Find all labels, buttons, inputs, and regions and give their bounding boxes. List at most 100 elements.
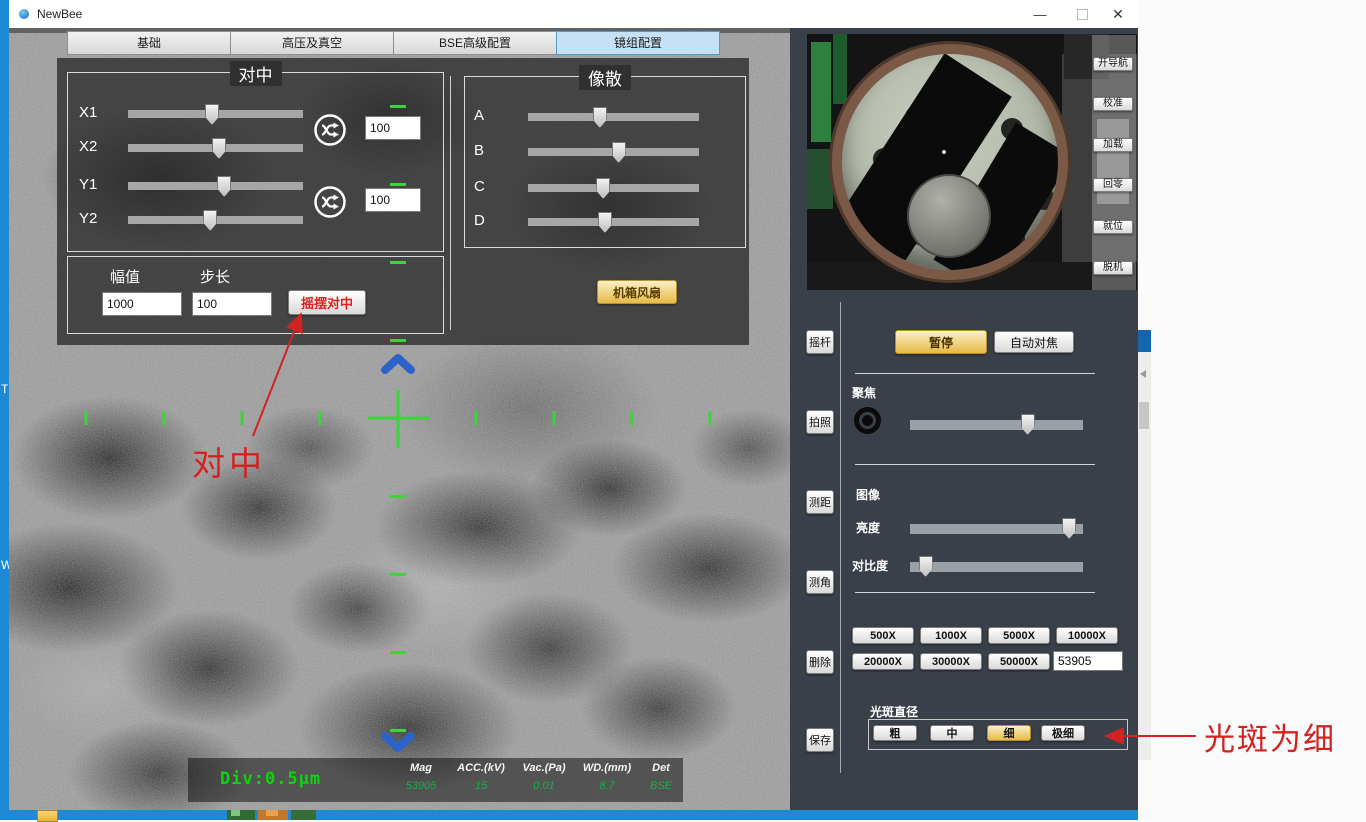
status-header: Det <box>639 762 683 774</box>
amplitude-input[interactable] <box>102 292 182 316</box>
newbee-window: NewBee — ✕ 基础 高压及真空 BSE高级配置 镜组配置 对中 X1 <box>9 0 1138 810</box>
autofocus-button[interactable]: 自动对焦 <box>994 331 1074 353</box>
step-input[interactable] <box>192 292 272 316</box>
tab-bse-advanced[interactable]: BSE高级配置 <box>393 31 557 55</box>
slider-thumb[interactable] <box>919 556 933 577</box>
desktop-left-strip: T W <box>0 0 9 820</box>
slider-label-b: B <box>474 142 484 159</box>
offline-button[interactable]: 脱机 <box>1093 261 1133 275</box>
brightness-label: 亮度 <box>856 519 880 536</box>
sample-stage <box>832 44 1068 280</box>
shuffle-x-icon[interactable] <box>312 112 348 148</box>
spot-coarse-button[interactable]: 粗 <box>873 725 917 741</box>
camera-detail <box>807 149 833 209</box>
centering-slider-x1[interactable] <box>128 110 303 118</box>
mag-10000x-button[interactable]: 10000X <box>1056 627 1118 644</box>
pause-button[interactable]: 暂停 <box>895 330 987 354</box>
astig-slider-d[interactable] <box>528 218 699 226</box>
contrast-slider[interactable] <box>910 562 1083 572</box>
status-value: 15 <box>449 780 513 792</box>
load-button[interactable]: 加载 <box>1093 138 1133 152</box>
maximize-button[interactable] <box>1062 0 1102 28</box>
tab-hv-vacuum[interactable]: 高压及真空 <box>230 31 394 55</box>
centering-gain-y-input[interactable] <box>365 188 421 212</box>
scroll-left-arrow-icon[interactable] <box>1140 370 1146 378</box>
app-icon <box>19 9 29 19</box>
astig-slider-a[interactable] <box>528 113 699 121</box>
spot-ultrafine-button[interactable]: 极细 <box>1041 725 1085 741</box>
background-text-fragment: T <box>1 382 8 396</box>
mag-5000x-button[interactable]: 5000X <box>988 627 1050 644</box>
chassis-fan-button[interactable]: 机箱风扇 <box>597 280 677 304</box>
slider-thumb[interactable] <box>1062 518 1076 539</box>
close-icon: ✕ <box>1112 6 1124 23</box>
maximize-icon <box>1077 9 1088 20</box>
focus-target-icon[interactable] <box>854 407 881 434</box>
slider-label-a: A <box>474 107 484 124</box>
shuffle-y-icon[interactable] <box>312 184 348 220</box>
annotation-centering: 对中 <box>192 437 266 485</box>
spot-fine-button[interactable]: 细 <box>987 725 1031 741</box>
status-header: ACC.(kV) <box>449 762 513 774</box>
delete-button[interactable]: 删除 <box>806 650 834 674</box>
astig-slider-c[interactable] <box>528 184 699 192</box>
spot-medium-button[interactable]: 中 <box>930 725 974 741</box>
measure-distance-button[interactable]: 测距 <box>806 490 834 514</box>
home-button[interactable]: 回零 <box>1093 178 1133 192</box>
joystick-button[interactable]: 摇杆 <box>806 330 834 354</box>
calibrate-button[interactable]: 校准 <box>1093 97 1133 111</box>
sem-viewport[interactable]: 基础 高压及真空 BSE高级配置 镜组配置 对中 X1 X2 Y1 Y2 <box>9 28 790 810</box>
mag-50000x-button[interactable]: 50000X <box>988 653 1050 670</box>
astigmatism-title: 像散 <box>579 65 631 90</box>
background-window-fragment <box>1138 330 1151 352</box>
titlebar[interactable]: NewBee — ✕ <box>9 0 1138 28</box>
wobble-centering-button[interactable]: 摇摆对中 <box>288 290 366 315</box>
snapshot-button[interactable]: 拍照 <box>806 410 834 434</box>
mag-20000x-button[interactable]: 20000X <box>852 653 914 670</box>
divider <box>855 373 1095 374</box>
save-button[interactable]: 保存 <box>806 728 834 752</box>
focus-label: 聚焦 <box>852 384 876 401</box>
open-navigation-button[interactable]: 开导航 <box>1093 57 1133 71</box>
centering-gain-x-input[interactable] <box>365 116 421 140</box>
image-section-label: 图像 <box>856 486 880 503</box>
tab-lens-config[interactable]: 镜组配置 <box>556 31 720 55</box>
sample-stub <box>907 174 991 258</box>
camera-detail <box>811 42 831 142</box>
mag-custom-input[interactable] <box>1053 651 1123 671</box>
centering-slider-y1[interactable] <box>128 182 303 190</box>
centering-slider-y2[interactable] <box>128 216 303 224</box>
step-label: 步长 <box>200 266 230 287</box>
config-tabs: 基础 高压及真空 BSE高级配置 镜组配置 <box>68 31 720 55</box>
focus-slider[interactable] <box>910 420 1083 430</box>
lens-config-panel: 对中 X1 X2 Y1 Y2 <box>57 58 749 345</box>
mag-500x-button[interactable]: 500X <box>852 627 914 644</box>
status-value: 0.01 <box>513 780 575 792</box>
brightness-slider[interactable] <box>910 524 1083 534</box>
measure-angle-button[interactable]: 测角 <box>806 570 834 594</box>
scrollbar-thumb[interactable] <box>1139 402 1149 429</box>
slider-label-y1: Y1 <box>79 176 97 193</box>
camera-detail <box>833 34 847 104</box>
centering-groupbox: 对中 <box>67 72 444 252</box>
mag-1000x-button[interactable]: 1000X <box>920 627 982 644</box>
tab-basic[interactable]: 基础 <box>67 31 231 55</box>
close-button[interactable]: ✕ <box>1098 0 1138 28</box>
divider <box>855 464 1095 465</box>
status-value: BSE <box>639 780 683 792</box>
window-title: NewBee <box>37 7 82 21</box>
slider-thumb[interactable] <box>1021 414 1035 435</box>
mag-30000x-button[interactable]: 30000X <box>920 653 982 670</box>
in-position-button[interactable]: 就位 <box>1093 220 1133 234</box>
slider-label-y2: Y2 <box>79 210 97 227</box>
taskbar-folder-icon[interactable] <box>37 810 58 822</box>
panel-divider <box>840 302 841 773</box>
chamber-camera-view <box>807 34 1137 290</box>
status-value: 53905 <box>393 780 449 792</box>
minimize-button[interactable]: — <box>1020 0 1060 28</box>
panel-divider <box>450 76 451 330</box>
background-scrollbar[interactable] <box>1138 330 1151 760</box>
background-text-fragment: W <box>1 558 9 572</box>
centering-slider-x2[interactable] <box>128 144 303 152</box>
astig-slider-b[interactable] <box>528 148 699 156</box>
